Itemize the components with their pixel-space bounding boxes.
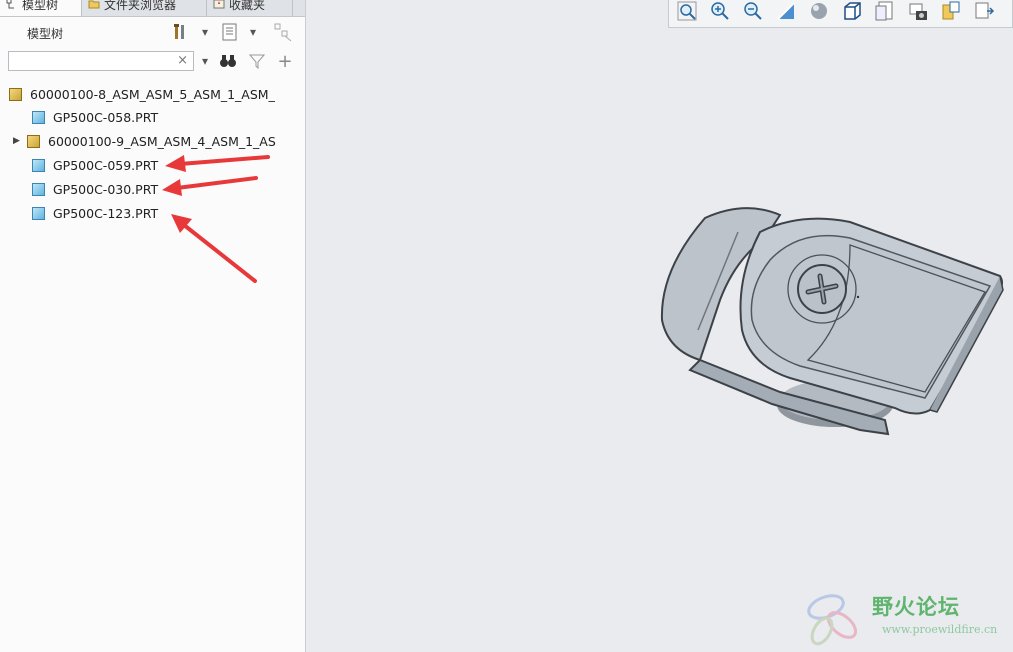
watermark-title: 野火论坛 — [872, 595, 960, 619]
annotation-arrow-2 — [162, 176, 258, 196]
watermark-url: www.proewildfire.cn — [882, 623, 998, 636]
3d-model-part[interactable] — [660, 207, 1004, 436]
graphics-area[interactable] — [0, 0, 1013, 652]
annotation-arrow-3 — [171, 214, 257, 283]
annotation-arrow-1 — [165, 155, 270, 172]
forum-watermark: 野火论坛 www.proewildfire.cn — [800, 585, 1013, 652]
flower-logo-icon — [807, 594, 858, 646]
